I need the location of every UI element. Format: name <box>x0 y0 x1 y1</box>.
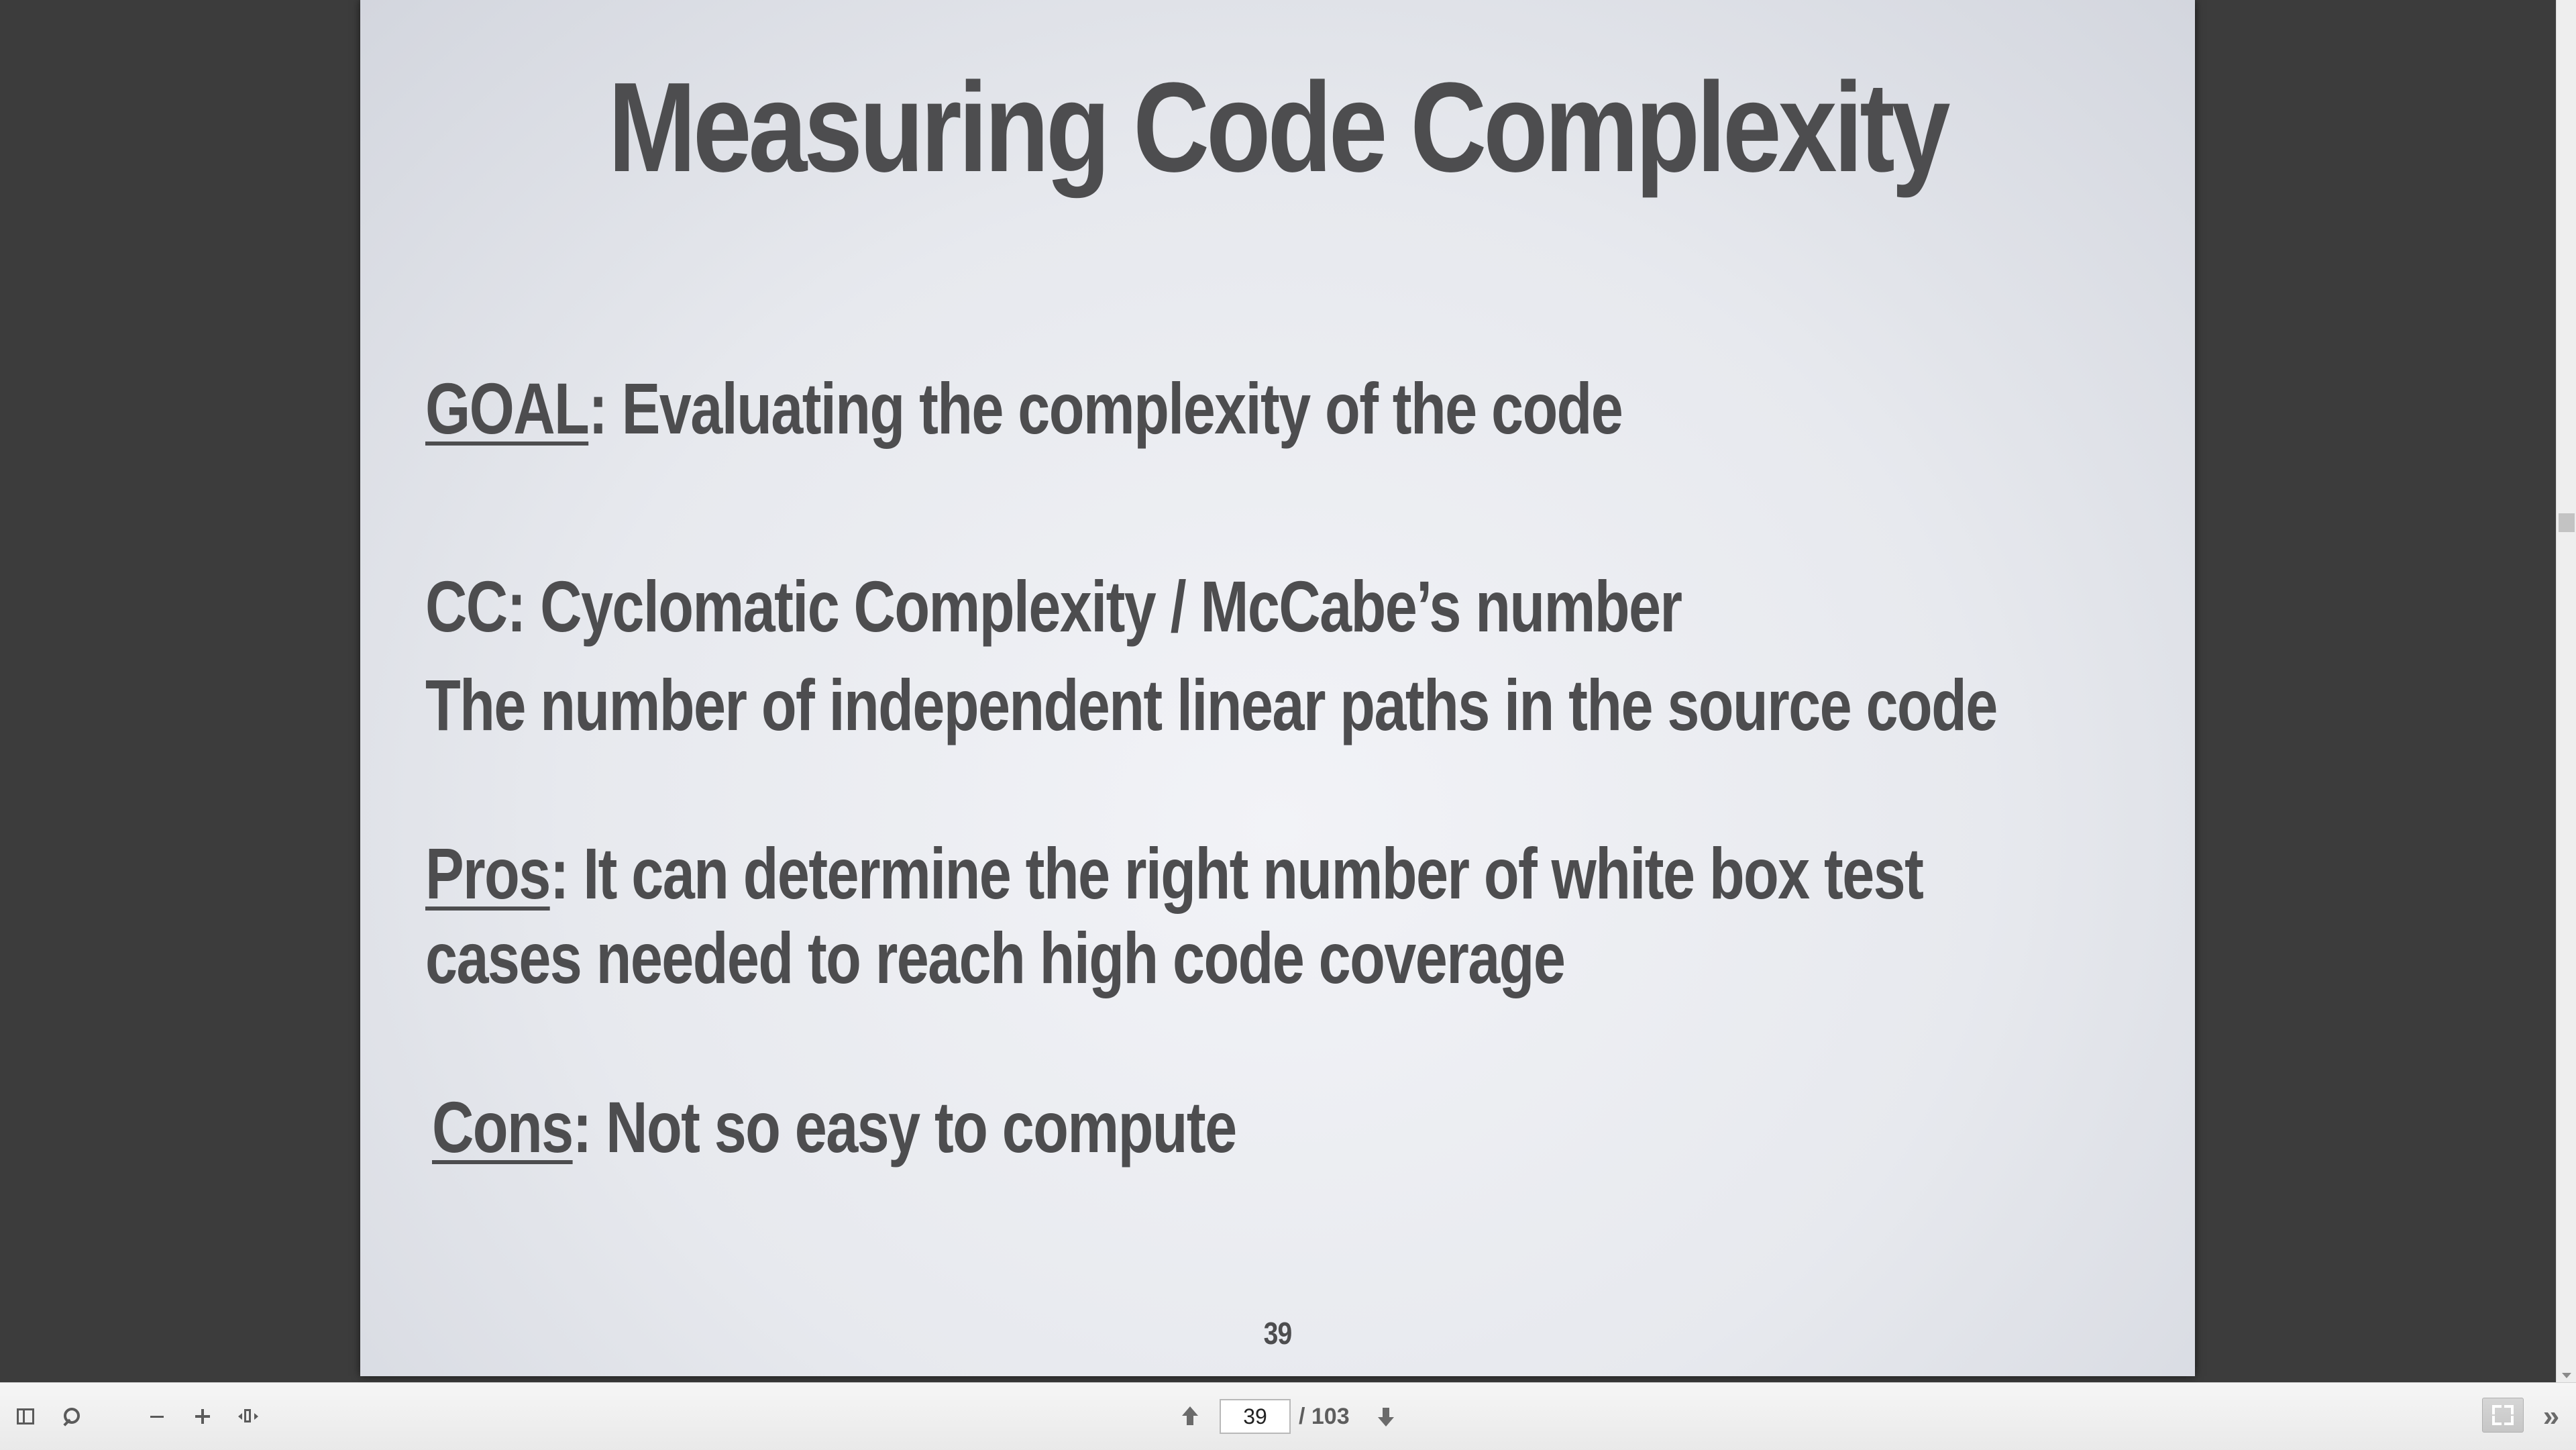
goal-text: : Evaluating the complexity of the code <box>588 368 1623 449</box>
pros-line: Pros: It can determine the right number … <box>425 837 1924 910</box>
pros-text: : It can determine the right number of w… <box>549 833 1924 914</box>
scrollbar-thumb[interactable] <box>2559 513 2575 532</box>
search-icon <box>61 1406 81 1427</box>
zoom-out-button[interactable] <box>142 1402 172 1431</box>
slide-page-number: 39 <box>1263 1316 1293 1351</box>
document-viewer[interactable]: Measuring Code Complexity GOAL: Evaluati… <box>0 0 2556 1382</box>
previous-page-button[interactable] <box>1175 1402 1205 1431</box>
zoom-in-button[interactable] <box>188 1402 217 1431</box>
page-number-input[interactable] <box>1220 1399 1291 1434</box>
cc-definition-line: CC: Cyclomatic Complexity / McCabe’s num… <box>425 566 1682 647</box>
search-button[interactable] <box>56 1402 86 1431</box>
arrow-up-icon <box>1181 1406 1199 1427</box>
cons-text: : Not so easy to compute <box>572 1086 1238 1168</box>
minus-icon <box>150 1415 164 1418</box>
next-page-button[interactable] <box>1371 1402 1401 1431</box>
arrow-down-icon <box>1377 1406 1395 1427</box>
sidebar-toggle-button[interactable] <box>11 1402 40 1431</box>
goal-line: GOAL: Evaluating the complexity of the c… <box>425 372 1623 445</box>
scroll-down-arrow-icon[interactable] <box>2562 1373 2571 1378</box>
pros-line-2: cases needed to reach high code coverage <box>425 917 1566 998</box>
slide-title: Measuring Code Complexity <box>608 56 1950 199</box>
cons-line: Cons: Not so easy to compute <box>432 1091 1237 1163</box>
fit-width-icon <box>238 1408 258 1425</box>
plus-icon <box>195 1409 210 1424</box>
vertical-scrollbar[interactable] <box>2556 0 2576 1382</box>
cons-label: Cons <box>432 1086 574 1168</box>
goal-label: GOAL <box>425 368 590 449</box>
cc-description-line: The number of independent linear paths i… <box>425 664 1998 745</box>
fullscreen-button[interactable] <box>2482 1398 2524 1433</box>
sidebar-toggle-icon <box>17 1408 34 1425</box>
slide-page: Measuring Code Complexity GOAL: Evaluati… <box>360 0 2195 1376</box>
double-chevron-right-icon: » <box>2542 1400 2560 1433</box>
pros-label: Pros <box>425 833 551 914</box>
viewer-toolbar: / 103 » <box>0 1382 2576 1450</box>
fit-width-button[interactable] <box>233 1402 263 1431</box>
page-total-label: / 103 <box>1299 1404 1350 1429</box>
more-tools-button[interactable]: » <box>2533 1402 2563 1431</box>
